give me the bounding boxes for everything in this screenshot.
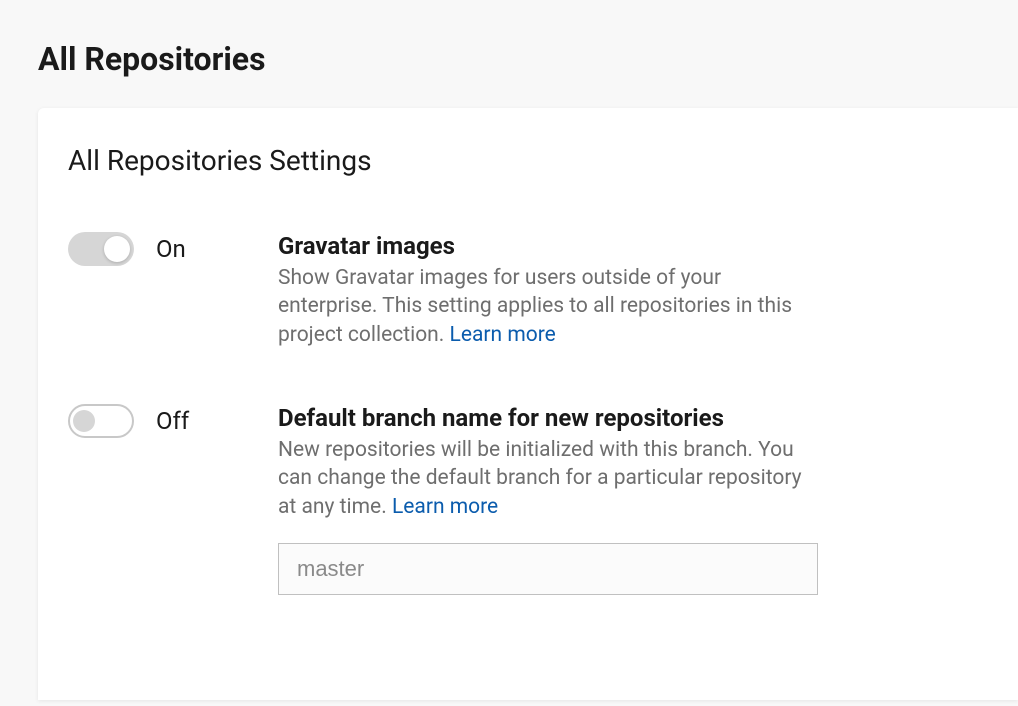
setting-row-gravatar: On Gravatar images Show Gravatar images … (68, 232, 988, 349)
toggle-knob-icon (104, 236, 130, 262)
setting-row-default-branch: Off Default branch name for new reposito… (68, 404, 988, 595)
default-branch-title: Default branch name for new repositories (278, 404, 818, 432)
default-branch-toggle[interactable] (68, 404, 134, 438)
gravatar-toggle[interactable] (68, 232, 134, 266)
default-branch-learn-more-link[interactable]: Learn more (392, 495, 498, 519)
default-branch-toggle-label: Off (156, 407, 189, 435)
default-branch-description: New repositories will be initialized wit… (278, 436, 818, 521)
gravatar-content: Gravatar images Show Gravatar images for… (278, 232, 818, 349)
gravatar-description: Show Gravatar images for users outside o… (278, 264, 818, 349)
default-branch-description-text: New repositories will be initialized wit… (278, 438, 802, 519)
settings-card: All Repositories Settings On Gravatar im… (38, 108, 1018, 700)
gravatar-title: Gravatar images (278, 232, 818, 260)
toggle-knob-icon (73, 410, 95, 432)
toggle-group-default-branch: Off (68, 404, 278, 438)
gravatar-learn-more-link[interactable]: Learn more (450, 323, 556, 347)
card-title: All Repositories Settings (68, 144, 988, 177)
default-branch-content: Default branch name for new repositories… (278, 404, 818, 595)
default-branch-input[interactable] (278, 543, 818, 595)
gravatar-toggle-label: On (156, 235, 186, 263)
toggle-group-gravatar: On (68, 232, 278, 266)
page-title: All Repositories (0, 0, 1018, 108)
